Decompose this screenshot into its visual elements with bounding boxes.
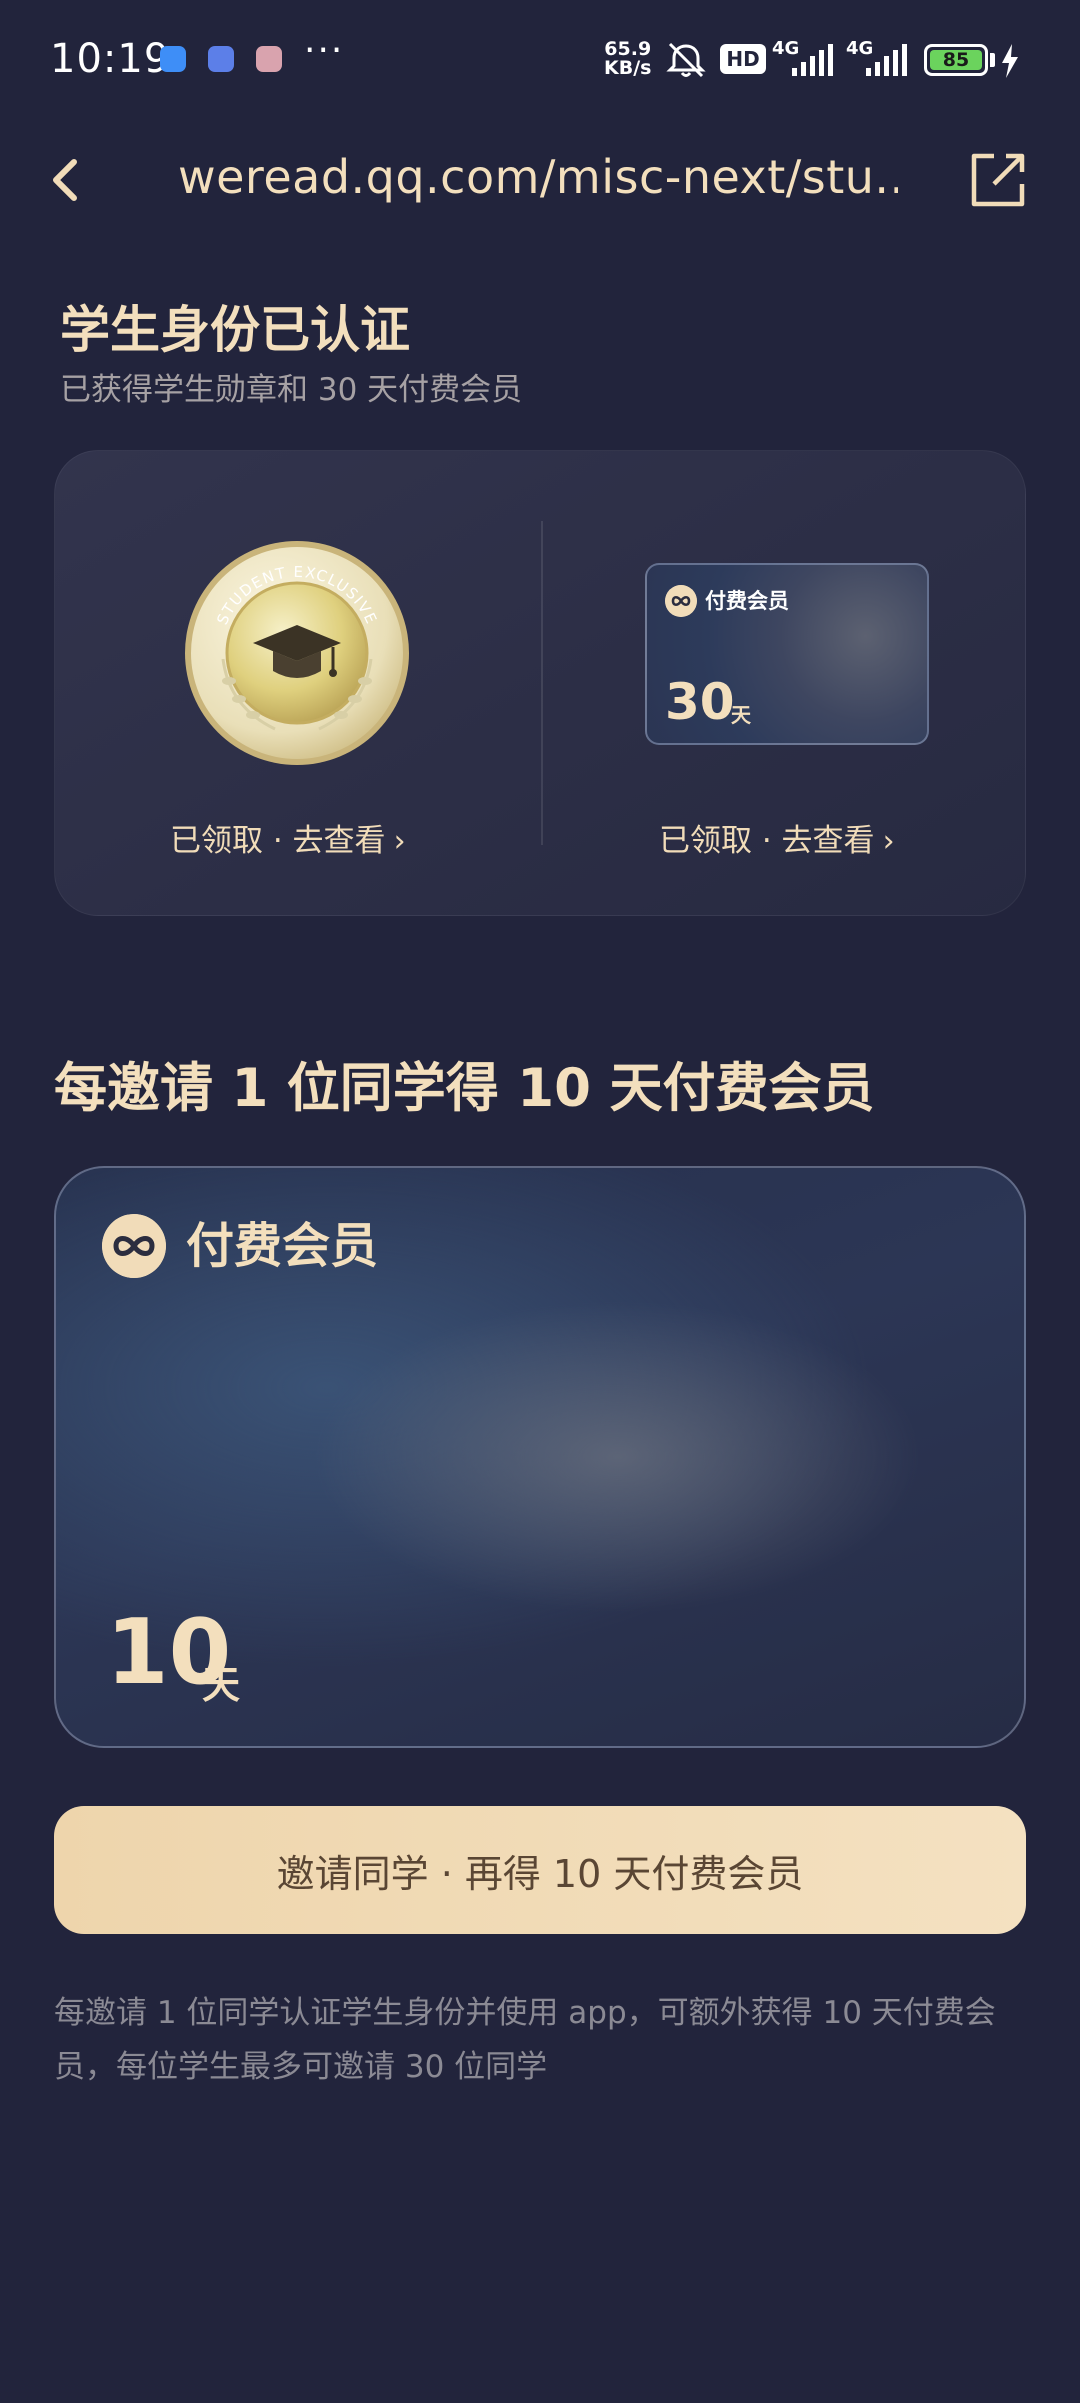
student-verification-page: 10:19 ··· 65.9 KB/s HD 4G 4G 85 weread.q…: [0, 0, 1080, 2403]
chevron-right-icon: ›: [882, 824, 895, 859]
more-notifications-icon: ···: [304, 30, 345, 71]
invite-classmates-button[interactable]: 邀请同学 · 再得 10 天付费会员: [54, 1806, 1026, 1934]
open-in-browser-button[interactable]: [966, 148, 1030, 212]
status-bar: 10:19 ··· 65.9 KB/s HD 4G 4G 85: [0, 0, 1080, 120]
status-clock: 10:19: [50, 36, 171, 82]
battery-icon: 85: [924, 44, 988, 76]
verified-subtitle: 已获得学生勋章和 30 天付费会员: [60, 372, 523, 408]
charging-bolt-icon: [1002, 44, 1018, 78]
cloud-notification-icon: [208, 46, 234, 72]
chevron-left-icon: [53, 159, 77, 201]
hd-voice-icon: HD: [720, 44, 766, 74]
gallery-notification-icon: [256, 46, 282, 72]
infinity-logo-icon: [665, 585, 697, 617]
chevron-right-icon: ›: [393, 824, 406, 859]
rewards-card: STUDENT EXCLUSIVE 付费会员 30 天 已领取 · 去查看 › …: [54, 450, 1026, 916]
view-membership-label: 已领取 · 去查看: [659, 823, 875, 859]
invite-rules-text: 每邀请 1 位同学认证学生身份并使用 app，可额外获得 10 天付费会员，每位…: [54, 1995, 996, 2085]
divider: [541, 521, 543, 845]
view-membership-link[interactable]: 已领取 · 去查看 ›: [659, 815, 895, 860]
network-speed: 65.9 KB/s: [604, 38, 652, 79]
external-link-icon: [971, 153, 1025, 207]
student-medal-icon: STUDENT EXCLUSIVE: [185, 541, 409, 765]
battery-cap: [990, 53, 995, 67]
invite-card-label: 付费会员: [186, 1218, 379, 1274]
page-url: weread.qq.com/misc-next/stu...: [178, 150, 898, 204]
view-badge-label: 已领取 · 去查看: [170, 823, 386, 859]
back-button[interactable]: [40, 148, 100, 212]
battery-level: 85: [930, 50, 982, 70]
invite-card-unit: 天: [202, 1663, 241, 1707]
verified-title: 学生身份已认证: [60, 301, 410, 359]
app-notification-icon: [160, 46, 186, 72]
infinity-logo-icon: [102, 1214, 166, 1278]
mini-card-unit: 天: [731, 703, 751, 727]
view-badge-link[interactable]: 已领取 · 去查看 ›: [170, 815, 406, 860]
signal-strength-icon: [792, 44, 833, 76]
invite-title: 每邀请 1 位同学得 10 天付费会员: [54, 1058, 875, 1119]
mini-card-days: 30: [665, 673, 735, 731]
mute-bell-icon: [666, 42, 706, 78]
mini-card-label: 付费会员: [705, 589, 789, 613]
membership-mini-card: 付费会员 30 天: [645, 563, 929, 745]
invite-membership-card: 付费会员 10 天: [54, 1166, 1026, 1748]
signal-strength-icon: [866, 44, 907, 76]
